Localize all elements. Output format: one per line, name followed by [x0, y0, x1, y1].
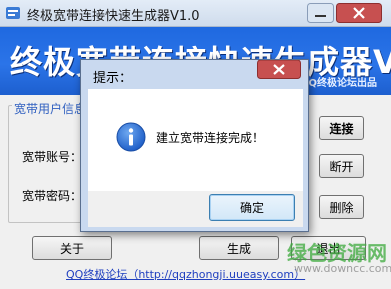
close-button[interactable]: [336, 3, 382, 23]
connect-button[interactable]: 连接: [319, 116, 364, 140]
account-label: 宽带账号：: [22, 150, 83, 164]
watermark-url: www.downcc.com: [294, 262, 391, 275]
minimize-button[interactable]: [307, 3, 334, 23]
generate-button[interactable]: 生成: [199, 236, 279, 260]
dialog-message: 建立宽带连接完成！: [156, 131, 265, 145]
group-label: 宽带用户信息: [12, 100, 89, 117]
disconnect-button[interactable]: 断开: [319, 154, 364, 178]
window-title: 终极宽带连接快速生成器V1.0: [27, 9, 200, 24]
app-icon: [6, 7, 20, 19]
password-label: 宽带密码：: [22, 189, 83, 203]
about-button[interactable]: 关于: [32, 236, 112, 260]
ok-button[interactable]: 确定: [209, 194, 295, 221]
dialog-title: 提示：: [93, 71, 133, 86]
info-icon: [116, 122, 146, 152]
message-dialog: 提示： 建立宽带连接完成！ 确定: [80, 59, 309, 232]
banner-subtitle: QQ终极论坛出品: [300, 78, 378, 89]
dialog-close-button[interactable]: [257, 60, 301, 79]
title-bar: 终极宽带连接快速生成器V1.0: [0, 0, 391, 27]
forum-link[interactable]: QQ终极论坛（http://qqzhongji.uueasy.com）: [66, 266, 305, 282]
delete-button[interactable]: 删除: [319, 195, 364, 219]
